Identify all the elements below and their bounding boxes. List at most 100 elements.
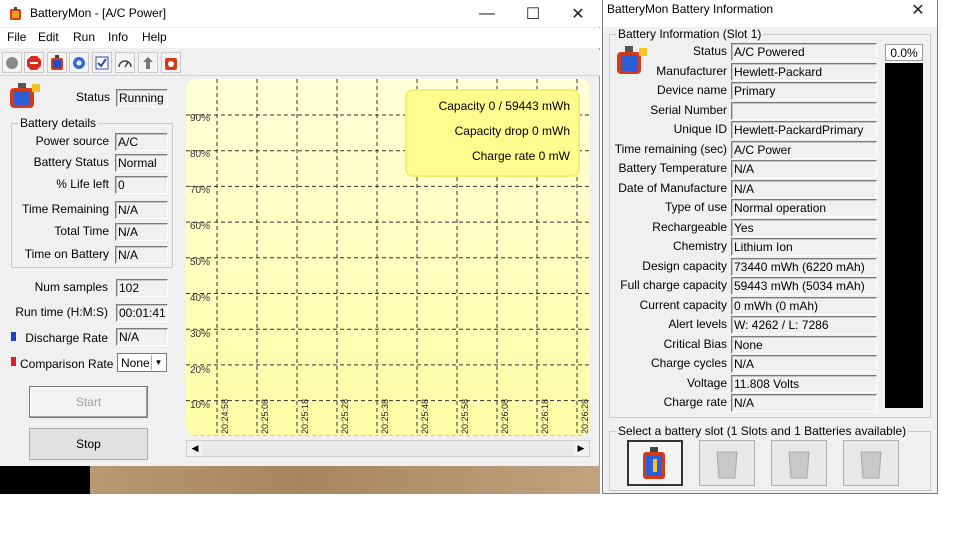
info-field-value: 0 mWh (0 mAh)	[731, 296, 877, 315]
info-field-label: Device name	[656, 83, 727, 97]
charge-percent-value: 0.0%	[885, 44, 923, 61]
x-tick-label: 20:25:08	[260, 398, 270, 434]
menu-edit[interactable]: Edit	[38, 30, 59, 44]
discharge-rate-value: N/A	[116, 328, 168, 346]
stop-button[interactable]: Stop	[29, 428, 148, 460]
info-close-button[interactable]: ✕	[900, 0, 936, 20]
scroll-left-icon[interactable]: ◀	[187, 441, 203, 456]
info-field-label: Critical Bias	[663, 336, 727, 351]
info-field-value	[731, 101, 877, 120]
info-field-value: A/C Powered	[731, 43, 877, 61]
toolbar	[0, 50, 600, 76]
y-tick-label: 40%	[190, 293, 211, 304]
info-field-value: W: 4262 / L: 7286	[731, 316, 877, 334]
info-field-label: Design capacity	[642, 258, 727, 273]
battery-slot-2-button[interactable]	[699, 440, 755, 486]
x-tick-label: 20:25:48	[420, 398, 430, 434]
close-button[interactable]: ✕	[555, 0, 601, 27]
battery-slot-3-button[interactable]	[771, 440, 827, 486]
status-value: Running	[116, 89, 168, 107]
info-field-label: Rechargeable	[652, 219, 727, 234]
time-on-battery-label: Time on Battery	[24, 247, 109, 261]
gear-icon[interactable]	[69, 52, 89, 73]
battery-status-label: Battery Status	[33, 155, 109, 169]
power-source-value: A/C	[115, 133, 168, 151]
x-tick-label: 20:25:28	[340, 398, 350, 434]
time-on-battery-value: N/A	[115, 246, 168, 264]
empty-battery-slot-icon	[716, 451, 738, 479]
battery-slot-group-title: Select a battery slot (1 Slots and 1 Bat…	[616, 424, 909, 438]
menu-help[interactable]: Help	[142, 30, 167, 44]
info-field-value: 73440 mWh (6220 mAh)	[731, 257, 877, 276]
chart-info-box: Capacity 0 / 59443 mWh Capacity drop 0 m…	[405, 89, 580, 177]
life-left-value: 0	[115, 176, 168, 194]
app-icon	[10, 7, 21, 20]
minimize-button[interactable]: —	[464, 0, 510, 27]
comparison-rate-selected: None	[121, 356, 150, 370]
info-field-label: Serial Number	[650, 102, 727, 117]
info-field-label: Battery Temperature	[618, 161, 728, 175]
info-field-value: N/A	[731, 179, 877, 198]
x-tick-label: 20:26:28	[580, 398, 590, 434]
total-time-label: Total Time	[54, 224, 109, 238]
battery-logo-icon	[617, 46, 647, 74]
info-field-value: A/C Power	[731, 140, 877, 159]
capacity-text: Capacity 0 / 59443 mWh	[438, 99, 570, 113]
battery-information-group-title: Battery Information (Slot 1)	[616, 27, 764, 41]
info-field-value: 11.808 Volts	[731, 374, 877, 393]
scroll-right-icon[interactable]: ▶	[573, 441, 589, 456]
batterymon-main-window: BatteryMon - [A/C Power] — ☐ ✕ File Edit…	[0, 0, 600, 466]
y-tick-label: 30%	[190, 329, 211, 340]
chevron-down-icon[interactable]: ▼	[151, 355, 165, 370]
info-field-label: Voltage	[686, 375, 727, 390]
y-tick-label: 70%	[190, 185, 211, 196]
menu-file[interactable]: File	[7, 30, 26, 44]
battery-logo-icon	[10, 83, 40, 108]
checklist-icon[interactable]	[92, 52, 112, 73]
y-tick-label: 80%	[190, 149, 211, 160]
start-button[interactable]: Start	[29, 386, 148, 418]
num-samples-value: 102	[116, 279, 168, 297]
power-source-label: Power source	[35, 134, 109, 148]
maximize-button[interactable]: ☐	[510, 0, 556, 27]
y-tick-label: 10%	[190, 400, 211, 411]
info-field-value: Hewlett-Packard	[731, 62, 877, 81]
battery-status-value: Normal	[115, 154, 168, 172]
record-icon[interactable]	[2, 52, 22, 73]
run-time-value: 00:01:41	[116, 304, 168, 322]
battery-slot-4-button[interactable]	[843, 440, 899, 486]
info-title-bar[interactable]: BatteryMon Battery Information ✕	[603, 0, 937, 27]
x-tick-label: 20:26:08	[500, 398, 510, 434]
info-field-label: Date of Manufacture	[618, 180, 727, 195]
info-field-label: Unique ID	[673, 122, 727, 136]
time-remaining-label: Time Remaining	[22, 202, 109, 216]
run-time-label: Run time (H:M:S)	[15, 305, 108, 319]
pointer-icon[interactable]	[138, 52, 158, 73]
empty-battery-slot-icon	[860, 451, 882, 479]
info-field-value: Hewlett-PackardPrimary	[731, 121, 877, 139]
menu-run[interactable]: Run	[73, 30, 95, 44]
title-bar[interactable]: BatteryMon - [A/C Power] — ☐ ✕	[0, 0, 600, 27]
chart-horizontal-scrollbar[interactable]: ◀ ▶	[186, 440, 590, 457]
menu-bar: File Edit Run Info Help	[0, 28, 600, 48]
info-field-value: Normal operation	[731, 199, 877, 217]
battery-chart: 90% 80% 70% 60% 50% 40% 30% 20% 10% 20:2…	[186, 79, 590, 436]
info-field-value: N/A	[731, 394, 877, 412]
info-field-value: None	[731, 335, 877, 354]
battery-icon[interactable]	[47, 52, 67, 73]
menu-info[interactable]: Info	[108, 30, 128, 44]
info-field-value: Yes	[731, 218, 877, 237]
battery-settings-icon[interactable]	[161, 52, 181, 73]
info-field-label: Chemistry	[672, 239, 727, 253]
comparison-rate-select[interactable]: None ▼	[117, 353, 167, 372]
stop-icon[interactable]	[24, 52, 44, 73]
gauge-icon[interactable]	[115, 52, 135, 73]
battery-slot-1-button[interactable]	[627, 440, 683, 486]
info-window-title: BatteryMon Battery Information	[607, 2, 774, 16]
time-remaining-value: N/A	[115, 201, 168, 219]
info-field-value: Primary	[731, 82, 877, 100]
battery-slot-icon	[643, 447, 665, 479]
charge-rate-text: Charge rate 0 mW	[471, 149, 570, 163]
x-tick-label: 20:24:58	[220, 398, 230, 434]
info-field-label: Manufacturer	[656, 63, 727, 78]
